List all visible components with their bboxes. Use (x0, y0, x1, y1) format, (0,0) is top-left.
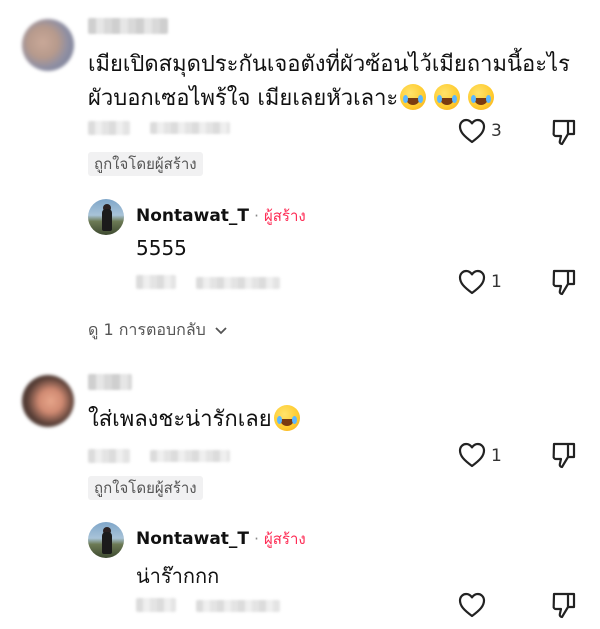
laughing-emoji (273, 405, 300, 431)
laughing-emoji (434, 84, 461, 110)
comment-timestamp-blurred (88, 121, 130, 135)
creator-avatar[interactable] (88, 199, 124, 235)
view-replies-label: ดู 1 การตอบกลับ (88, 320, 206, 339)
like-button[interactable] (458, 442, 486, 468)
creator-tag: ผู้สร้าง (263, 207, 306, 225)
reply-username[interactable]: Nontawat_T (136, 529, 249, 549)
creator-tag: ผู้สร้าง (263, 530, 306, 548)
liked-by-creator-badge: ถูกใจโดยผู้สร้าง (88, 476, 203, 500)
liked-by-creator-badge: ถูกใจโดยผู้สร้าง (88, 152, 203, 176)
commenter-username-blurred[interactable] (88, 374, 132, 390)
thumbs-down-outline-icon (552, 119, 576, 146)
comment-text: เมียเปิดสมุดประกันเจอตังที่ผัวซ้อนไว้เมี… (88, 48, 583, 116)
reply-timestamp-blurred (136, 598, 176, 612)
view-replies-button[interactable]: ดู 1 การตอบกลับ (88, 318, 228, 343)
comment-timestamp-blurred (88, 449, 130, 463)
creator-avatar[interactable] (88, 522, 124, 558)
heart-outline-icon (458, 118, 486, 144)
thumbs-down-outline-icon (552, 442, 576, 469)
reply-like-button[interactable] (458, 269, 486, 295)
reply-button-blurred[interactable] (150, 122, 230, 134)
chevron-down-icon (214, 326, 228, 336)
reply-text: 5555 (136, 236, 187, 260)
reply-header: Nontawat_T · ผู้สร้าง (136, 527, 306, 551)
like-count: 3 (491, 121, 502, 141)
like-button[interactable] (458, 118, 486, 144)
reply-dislike-button[interactable] (551, 591, 577, 619)
dislike-button[interactable] (551, 118, 577, 146)
laughing-emoji (400, 84, 427, 110)
reply-like-button[interactable] (458, 592, 486, 618)
reply-username[interactable]: Nontawat_T (136, 206, 249, 226)
thumbs-down-outline-icon (552, 592, 576, 619)
comment-text: ใส่เพลงชะน่ารักเลย (88, 403, 583, 437)
reply-header: Nontawat_T · ผู้สร้าง (136, 204, 306, 228)
reply-timestamp-blurred (136, 275, 176, 289)
comment-text-content: เมียเปิดสมุดประกันเจอตังที่ผัวซ้อนไว้เมี… (88, 52, 570, 111)
separator-dot: · (254, 530, 259, 548)
reply-button-blurred[interactable] (150, 450, 230, 462)
reply-like-count: 1 (491, 272, 502, 292)
heart-outline-icon (458, 592, 486, 618)
heart-outline-icon (458, 442, 486, 468)
commenter-avatar[interactable] (22, 19, 74, 71)
reply-text: น่าร๊ากกก (136, 564, 220, 588)
commenter-username-blurred[interactable] (88, 18, 168, 34)
thumbs-down-outline-icon (552, 269, 576, 296)
commenter-avatar[interactable] (22, 375, 74, 427)
reply-reply-button-blurred[interactable] (196, 277, 280, 289)
heart-outline-icon (458, 269, 486, 295)
reply-reply-button-blurred[interactable] (196, 600, 280, 612)
separator-dot: · (254, 207, 259, 225)
like-count: 1 (491, 446, 502, 466)
dislike-button[interactable] (551, 441, 577, 469)
comment-text-content: ใส่เพลงชะน่ารักเลย (88, 407, 272, 432)
laughing-emoji (468, 84, 495, 110)
reply-dislike-button[interactable] (551, 268, 577, 296)
